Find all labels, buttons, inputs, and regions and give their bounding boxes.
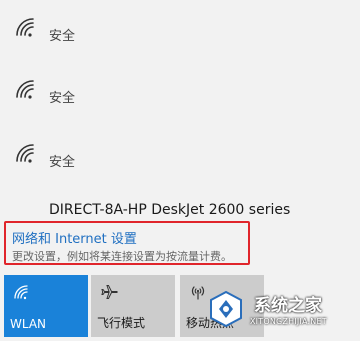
network-status: 安全	[49, 29, 76, 44]
wlan-toggle-tile[interactable]: WLAN	[4, 275, 88, 337]
network-flyout: 安全 安全 安全 DIRECT-8A-HP DeskJet 2600 serie…	[0, 0, 360, 341]
network-item[interactable]: 安全	[0, 77, 360, 133]
airplane-icon	[101, 285, 118, 299]
site-watermark: 系统之家 XITONGZHIJIA.NET	[206, 287, 358, 337]
network-status: 安全	[49, 91, 76, 106]
network-settings-title[interactable]: 网络和 Internet 设置	[12, 228, 137, 247]
network-status: 安全	[49, 155, 76, 170]
wifi-secured-icon	[16, 144, 34, 163]
network-settings-description: 更改设置，例如将某连接设置为按流量计费。	[12, 250, 232, 263]
network-name: DIRECT-8A-HP DeskJet 2600 series	[49, 202, 291, 218]
network-item[interactable]: 安全	[0, 141, 360, 197]
hotspot-icon	[191, 286, 205, 300]
watermark-logo-icon	[210, 290, 242, 328]
wlan-tile-label: WLAN	[10, 317, 47, 331]
wifi-secured-icon	[16, 18, 34, 37]
airplane-mode-tile[interactable]: 飞行模式	[91, 275, 175, 337]
wifi-icon	[14, 285, 28, 300]
wifi-secured-icon	[16, 80, 34, 99]
network-settings-link[interactable]: 网络和 Internet 设置 更改设置，例如将某连接设置为按流量计费。	[4, 221, 250, 265]
airplane-tile-label: 飞行模式	[97, 316, 146, 330]
watermark-name: 系统之家	[254, 296, 322, 316]
network-item[interactable]: 安全	[0, 15, 360, 71]
network-item[interactable]: DIRECT-8A-HP DeskJet 2600 series	[0, 198, 360, 220]
watermark-url: XITONGZHIJIA.NET	[250, 317, 327, 326]
